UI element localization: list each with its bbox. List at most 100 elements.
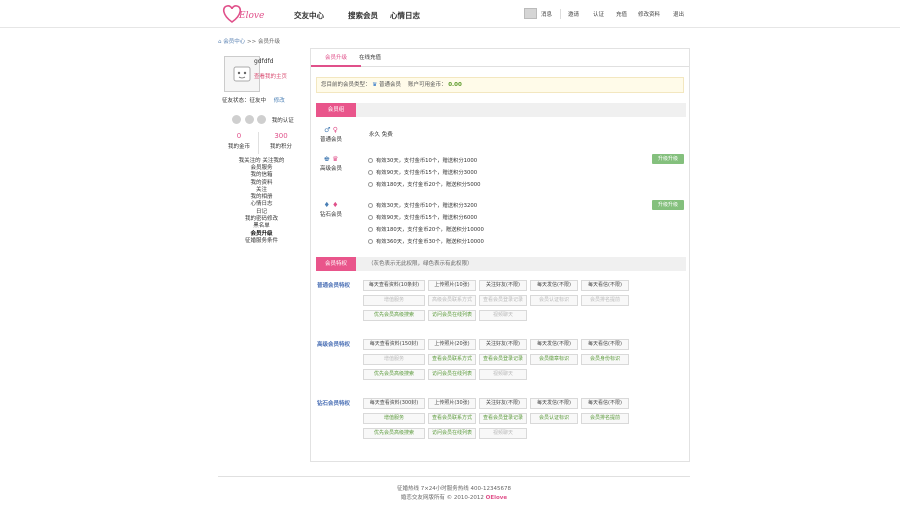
radio-icon[interactable]	[368, 170, 373, 175]
privilege-item: 每天看信(不限)	[581, 398, 629, 409]
privilege-item: 查看会员登录记录	[479, 354, 527, 365]
points-stat[interactable]: 300 我的积分	[262, 132, 300, 150]
header-messages-link[interactable]: 消息	[541, 10, 552, 18]
breadcrumb-member-center[interactable]: 会员中心	[223, 39, 245, 45]
level-name: 普通会员	[319, 137, 342, 143]
sidebar-item-mailbox[interactable]: 我的信箱	[218, 172, 305, 179]
diamond-option[interactable]: 有效90天，支付金币15个，赠送积分6000	[368, 213, 477, 221]
vip-upgrade-button[interactable]: 升级升级	[652, 154, 684, 164]
privilege-item: 会员排名提前	[581, 295, 629, 306]
privilege-item: 会员身份标识	[581, 354, 629, 365]
privilege-item: 查看会员登录记录	[479, 295, 527, 306]
section-tag: 会员组	[316, 103, 356, 117]
nav-dating-center[interactable]: 交友中心	[294, 10, 324, 21]
copyright-text: 婚恋交友网版所有 © 2010-2012	[400, 495, 484, 501]
privilege-item: 会员徽章标识	[530, 354, 578, 365]
privilege-item: 上传照片(30张)	[428, 398, 476, 409]
points-value: 300	[274, 132, 288, 140]
email-verify-icon[interactable]	[244, 115, 254, 124]
option-label: 有效30天，支付金币10个，赠送积分3200	[376, 203, 478, 209]
radio-icon[interactable]	[368, 182, 373, 187]
sidebar-item-upgrade[interactable]: 会员升级	[218, 231, 305, 238]
section-member-privileges: 会员特权 （灰色表示无此权限，绿色表示有此权限）	[316, 257, 686, 271]
tab-online-recharge[interactable]: 在线充值	[345, 49, 395, 67]
option-label: 有效90天，支付金币15个，赠送积分3000	[376, 170, 478, 176]
privilege-item: 查看会员登录记录	[479, 413, 527, 424]
phone-verify-icon[interactable]	[232, 115, 241, 124]
privilege-item: 访问会员在线列表	[428, 310, 476, 321]
radio-icon[interactable]	[368, 203, 373, 208]
radio-icon[interactable]	[368, 158, 373, 163]
privilege-item: 每天查看资料(10条封)	[363, 280, 425, 291]
edit-status-link[interactable]: 修改	[274, 98, 285, 104]
verification-row: 我的认证	[232, 115, 294, 125]
follow-links[interactable]: 我关注的 关注我的	[218, 156, 305, 164]
privilege-item: 每天看信(不限)	[581, 339, 629, 350]
privilege-item: 视频聊天	[479, 428, 527, 439]
vip-option[interactable]: 有效30天，支付金币10个，赠送积分1000	[368, 156, 477, 164]
sidebar-item-mood[interactable]: 心情日志	[218, 201, 305, 208]
dating-status: 征友状态：征友中 修改	[222, 96, 285, 104]
level-name: 钻石会员	[319, 212, 342, 218]
privilege-item: 每天看信(不限)	[581, 280, 629, 291]
privilege-item: 增值服务	[363, 413, 425, 424]
diamond-option[interactable]: 有效180天，支付金币20个，赠送积分10000	[368, 225, 484, 233]
privilege-item: 关注好友(不限)	[479, 339, 527, 350]
normal-desc: 永久 免费	[369, 132, 393, 138]
privilege-item: 优先会员高级搜索	[363, 428, 425, 439]
privilege-item: 每天查看资料(150封)	[363, 339, 425, 350]
privilege-item: 查看会员联系方式	[428, 354, 476, 365]
privilege-item: 视频聊天	[479, 369, 527, 380]
option-label: 有效360天，支付金币30个，赠送积分10000	[376, 239, 484, 245]
privilege-item: 上传照片(10张)	[428, 280, 476, 291]
header-edit-profile-link[interactable]: 修改资料	[638, 10, 660, 18]
radio-icon[interactable]	[368, 239, 373, 244]
message-icon[interactable]	[524, 8, 537, 19]
privilege-item: 高级会员联系方式	[428, 295, 476, 306]
elove-logo[interactable]: Elove	[220, 3, 270, 25]
tab-bar: 会员升级 在线充值	[311, 49, 689, 67]
breadcrumb-separator: >>	[247, 39, 257, 45]
footer-brand[interactable]: OElove	[486, 495, 507, 501]
radio-icon[interactable]	[368, 215, 373, 220]
privileges-normal-title: 普通会员特权	[317, 283, 351, 289]
diamond-member-icon: ♦ ♦	[323, 201, 339, 209]
vip-option[interactable]: 有效90天，支付金币15个，赠送积分3000	[368, 168, 477, 176]
my-verification-link[interactable]: 我的认证	[272, 118, 294, 124]
vip-option[interactable]: 有效180天，支付金币20个，赠送积分5000	[368, 180, 481, 188]
privilege-item: 会员认证标识	[530, 295, 578, 306]
diamond-upgrade-button[interactable]: 升级升级	[652, 200, 684, 210]
header-verify-link[interactable]: 认证	[593, 10, 604, 18]
diamond-option[interactable]: 有效30天，支付金币10个，赠送积分3200	[368, 201, 477, 209]
coins-stat[interactable]: 0 我的金币	[220, 132, 258, 150]
privilege-item: 优先会员高级搜索	[363, 369, 425, 380]
header-logout-link[interactable]: 退出	[673, 10, 684, 18]
privilege-item: 视频聊天	[479, 310, 527, 321]
coins-label: 我的金币	[227, 144, 250, 150]
header-recharge-link[interactable]: 充值	[616, 10, 627, 18]
radio-icon[interactable]	[368, 227, 373, 232]
status-label: 征友状态：征友中	[222, 98, 267, 104]
sidebar-item-blacklist[interactable]: 黑名单	[218, 223, 305, 230]
diamond-option[interactable]: 有效360天，支付金币30个，赠送积分10000	[368, 237, 484, 245]
sidebar-item-profile[interactable]: 我的资料	[218, 180, 305, 187]
sidebar-item-terms[interactable]: 征婚服务条件	[218, 238, 305, 245]
member-type: 普通会员	[378, 82, 401, 88]
id-verify-icon[interactable]	[257, 115, 267, 124]
notice-prefix: 您目前的会员类型：	[321, 82, 371, 88]
breadcrumb-current: 会员升级	[257, 39, 280, 45]
points-label: 我的积分	[269, 144, 292, 150]
vip-member-icon: ♚ ♛	[323, 155, 339, 163]
nav-mood-diary[interactable]: 心情日志	[390, 10, 420, 21]
header-invite-link[interactable]: 邀请	[568, 10, 579, 18]
view-homepage-link[interactable]: 查看我的主页	[254, 72, 287, 80]
level-diamond: ♦ ♦ 钻石会员	[311, 201, 351, 218]
section-tag: 会员特权	[316, 257, 356, 271]
nav-search-members[interactable]: 搜索会员	[348, 10, 378, 21]
footer: 征婚热线 7×24小时服务热线 400-12345678 婚恋交友网版所有 © …	[218, 476, 690, 520]
level-normal: ♂ ♀ 普通会员	[311, 126, 351, 143]
main-panel: 会员升级 在线充值 您目前的会员类型： ♛ 普通会员 账户可用金币： 0.00 …	[310, 48, 690, 462]
top-header: Elove 交友中心 搜索会员 心情日志 消息 邀请 认证 充值 修改资料 退出	[0, 0, 900, 28]
sidebar-item-diary[interactable]: 日记	[218, 209, 305, 216]
home-icon[interactable]: ⌂	[218, 39, 222, 45]
